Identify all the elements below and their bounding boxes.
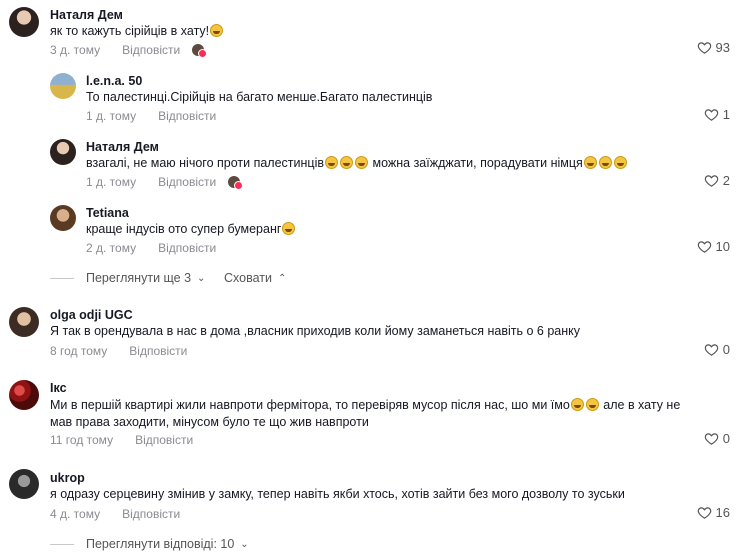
laughing-emoji-icon <box>282 222 296 235</box>
creator-liked-icon <box>228 176 244 190</box>
laughing-emoji-icon <box>325 156 338 169</box>
reply-button[interactable]: Відповісти <box>158 109 216 123</box>
comment-text: я одразу серцевину змінив у замку, тепер… <box>50 487 625 501</box>
avatar[interactable] <box>50 205 76 231</box>
heart-icon <box>704 433 719 445</box>
avatar[interactable] <box>9 469 39 499</box>
heart-icon <box>704 175 719 187</box>
avatar[interactable] <box>9 7 39 37</box>
username[interactable]: olga odji UGC <box>50 308 133 322</box>
username[interactable]: l.e.n.a. 50 <box>86 74 142 88</box>
reply-button[interactable]: Відповісти <box>158 175 216 189</box>
like-button[interactable]: 93 <box>697 40 730 55</box>
chevron-up-icon: ⌃ <box>277 272 287 284</box>
divider <box>50 544 74 545</box>
comment-meta: 4 д. тому Відповісти <box>50 507 180 521</box>
comment-meta: 8 год тому Відповісти <box>50 344 187 358</box>
avatar[interactable] <box>9 380 39 410</box>
heart-icon <box>697 42 711 54</box>
laughing-emoji-icon <box>613 156 627 169</box>
timestamp: 1 д. тому <box>86 109 137 123</box>
view-replies-button[interactable]: Переглянути відповіді: 10 ⌄ <box>86 537 249 551</box>
laughing-emoji-icon <box>355 156 368 169</box>
reply-button[interactable]: Відповісти <box>135 433 193 447</box>
comment-text: Ми в першій квартирі жили навпроти фермі… <box>50 398 681 429</box>
like-button[interactable]: 10 <box>697 239 730 254</box>
heart-icon <box>704 344 719 356</box>
timestamp: 8 год тому <box>50 344 108 358</box>
laughing-emoji-icon <box>585 398 599 411</box>
hide-label: Сховати <box>224 271 272 285</box>
laughing-emoji-icon <box>598 156 612 169</box>
chevron-down-icon: ⌄ <box>197 272 206 284</box>
comment-text: взагалі, не маю нічого проти палестинців… <box>86 155 628 172</box>
reply-button[interactable]: Відповісти <box>122 43 180 57</box>
like-count: 0 <box>722 431 730 446</box>
laughing-emoji-icon <box>583 156 597 169</box>
like-count: 2 <box>722 173 730 188</box>
comment-text: То палестинці.Сірійців на багато менше.Б… <box>86 90 433 104</box>
comment-text: як то кажуть сірійців в хату! <box>50 23 224 40</box>
avatar[interactable] <box>50 139 76 165</box>
timestamp: 4 д. тому <box>50 507 101 521</box>
avatar[interactable] <box>50 73 76 99</box>
comment-meta: 3 д. тому Відповісти <box>50 43 208 58</box>
comment-text: Я так в орендувала в нас в дома ,власник… <box>50 324 580 338</box>
view-more-label: Переглянути ще 3 <box>86 271 192 285</box>
reply-button[interactable]: Відповісти <box>129 344 187 358</box>
timestamp: 11 год тому <box>50 433 114 447</box>
avatar[interactable] <box>9 307 39 337</box>
like-button[interactable]: 0 <box>704 431 730 446</box>
reply-button[interactable]: Відповісти <box>122 507 180 521</box>
username[interactable]: Наталя Дем <box>50 8 123 22</box>
creator-liked-icon <box>192 44 208 58</box>
username[interactable]: Ікс <box>50 381 67 395</box>
laughing-emoji-icon <box>340 156 353 169</box>
username[interactable]: ukrop <box>50 471 85 485</box>
comment-text: краще індусів ото супер бумеранг <box>86 221 296 238</box>
chevron-down-icon: ⌄ <box>240 538 249 550</box>
like-count: 16 <box>715 505 730 520</box>
reply-button[interactable]: Відповісти <box>158 241 216 255</box>
timestamp: 1 д. тому <box>86 175 137 189</box>
hide-replies-button[interactable]: Сховати ⌃ <box>224 271 286 285</box>
view-more-replies-button[interactable]: Переглянути ще 3 ⌄ <box>86 271 205 285</box>
timestamp: 3 д. тому <box>50 43 101 57</box>
comment-meta: 11 год тому Відповісти <box>50 433 193 447</box>
heart-icon <box>704 109 719 121</box>
divider <box>50 278 74 279</box>
like-count: 1 <box>722 107 730 122</box>
heart-icon <box>697 241 711 253</box>
comment-meta: 1 д. тому Відповісти <box>86 175 244 190</box>
comment-meta: 2 д. тому Відповісти <box>86 241 216 255</box>
comment-meta: 1 д. тому Відповісти <box>86 109 216 123</box>
like-count: 0 <box>722 342 730 357</box>
username[interactable]: Tetiana <box>86 206 129 220</box>
like-button[interactable]: 16 <box>697 505 730 520</box>
like-count: 93 <box>715 40 730 55</box>
like-button[interactable]: 0 <box>704 342 730 357</box>
heart-icon <box>697 507 711 519</box>
like-button[interactable]: 2 <box>704 173 730 188</box>
like-count: 10 <box>715 239 730 254</box>
timestamp: 2 д. тому <box>86 241 137 255</box>
view-replies-label: Переглянути відповіді: 10 <box>86 537 235 551</box>
username[interactable]: Наталя Дем <box>86 140 159 154</box>
like-button[interactable]: 1 <box>704 107 730 122</box>
laughing-emoji-icon <box>210 24 224 37</box>
laughing-emoji-icon <box>570 398 584 411</box>
